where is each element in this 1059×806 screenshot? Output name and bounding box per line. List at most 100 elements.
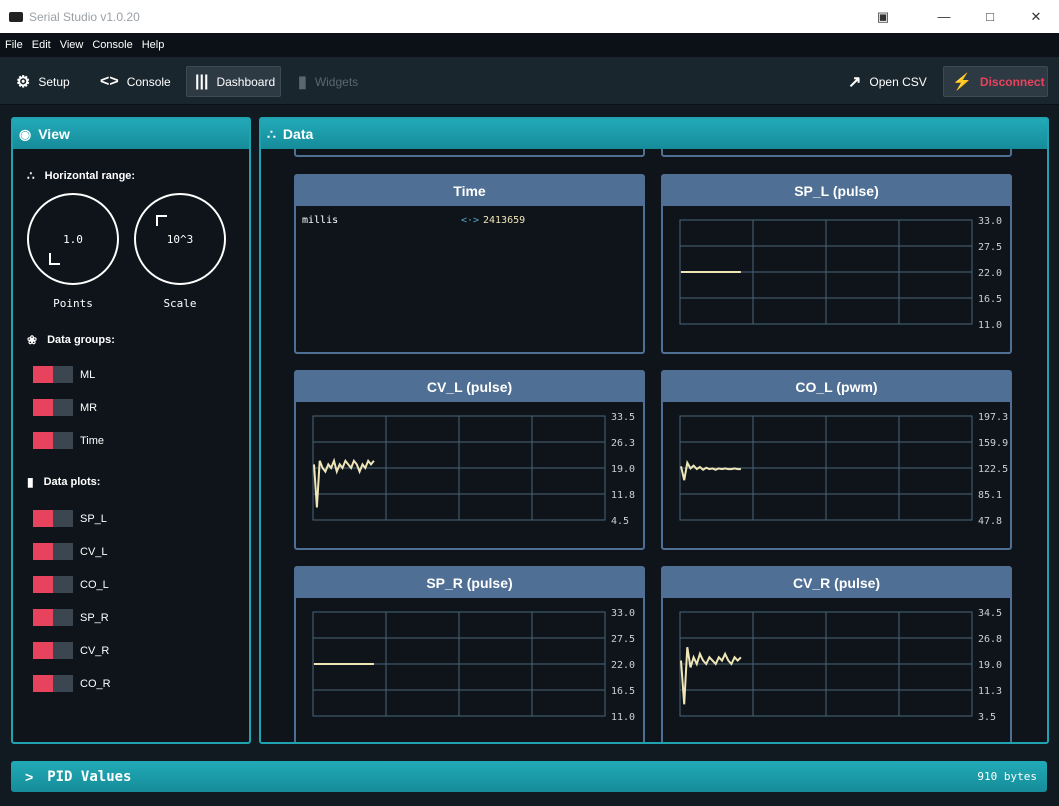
console-label: Console	[126, 74, 171, 89]
menu-help[interactable]: Help	[142, 39, 165, 51]
plot-widget-cv-l: CV_L (pulse) 33.5 26.3 19.0 11.8 4.5	[294, 370, 645, 550]
toggle-switch[interactable]	[33, 510, 73, 527]
plot-label: CO_R	[80, 677, 111, 690]
group-toggle-mr[interactable]: MR	[33, 399, 97, 416]
y-tick-label: 11.8	[611, 490, 635, 501]
y-tick-label: 27.5	[611, 634, 635, 645]
data-title: Data	[282, 126, 314, 142]
plot-label: CO_L	[80, 578, 109, 591]
disconnect-button[interactable]: ⚡ Disconnect	[943, 66, 1048, 97]
plot-label: SP_L	[80, 512, 107, 525]
y-tick-label: 33.0	[978, 216, 1002, 227]
plot-toggle-cv-r[interactable]: CV_R	[33, 642, 109, 659]
gear-icon: ⚙	[16, 73, 31, 91]
dashboard-button[interactable]: ||| Dashboard	[186, 66, 281, 97]
points-label: Points	[53, 297, 93, 310]
menu-edit[interactable]: Edit	[32, 39, 51, 51]
y-tick-label: 47.8	[978, 516, 1002, 527]
horizontal-range-title: ∴ Horizontal range:	[27, 169, 135, 183]
y-tick-label: 197.3	[978, 412, 1008, 423]
y-tick-label: 159.9	[978, 438, 1008, 449]
plot-widget-co-l: CO_L (pwm) 197.3 159.9 122.5 85.1 47.8	[661, 370, 1012, 550]
menu-view[interactable]: View	[60, 39, 84, 51]
bar-chart-icon: ▮	[27, 475, 34, 489]
toggle-switch[interactable]	[33, 366, 73, 383]
toggle-switch[interactable]	[33, 642, 73, 659]
group-toggle-ml[interactable]: ML	[33, 366, 95, 383]
series-line	[680, 647, 742, 705]
plot-widget-cv-r: CV_R (pulse) 34.5 26.8 19.0 11.3 3.5	[661, 566, 1012, 742]
dial-marker-icon	[49, 253, 60, 265]
y-tick-label: 85.1	[978, 490, 1002, 501]
y-tick-label: 4.5	[611, 516, 629, 527]
plot-toggle-sp-l[interactable]: SP_L	[33, 510, 107, 527]
groups-icon: ❀	[27, 333, 38, 347]
bytes-count: 910 bytes	[977, 770, 1037, 783]
y-tick-label: 3.5	[978, 712, 996, 723]
plot-label: SP_R	[80, 611, 109, 624]
y-tick-label: 33.5	[611, 412, 635, 423]
y-tick-label: 22.0	[978, 268, 1002, 279]
toggle-switch[interactable]	[33, 576, 73, 593]
app-icon	[9, 11, 23, 22]
y-tick-label: 19.0	[978, 660, 1002, 671]
group-label: Time	[80, 434, 105, 447]
console-button[interactable]: <> Console	[92, 66, 179, 97]
y-tick-label: 16.5	[611, 686, 635, 697]
dial-marker-icon	[156, 215, 167, 226]
widget-title: CV_L (pulse)	[296, 372, 643, 402]
toggle-switch[interactable]	[33, 399, 73, 416]
y-tick-label: 33.0	[611, 608, 635, 619]
menu-file[interactable]: File	[5, 39, 23, 51]
group-label: MR	[80, 401, 98, 414]
data-plots-title: ▮ Data plots:	[27, 475, 100, 489]
toggle-switch[interactable]	[33, 432, 73, 449]
y-tick-label: 11.0	[978, 320, 1002, 331]
close-button[interactable]: ✕	[1013, 0, 1059, 33]
plot-chart: 33.0 27.5 22.0 16.5 11.0	[312, 608, 635, 723]
plot-label: CV_R	[80, 644, 110, 657]
setup-button[interactable]: ⚙ Setup	[8, 66, 78, 97]
minimize-button[interactable]: —	[921, 0, 967, 33]
toggle-switch[interactable]	[33, 675, 73, 692]
disconnect-label: Disconnect	[979, 74, 1045, 89]
horizontal-range-label: Horizontal range:	[44, 170, 136, 182]
group-label: ML	[80, 368, 96, 381]
code-icon: <>	[100, 72, 119, 90]
plot-chart: 33.0 27.5 22.0 16.5 11.0	[679, 216, 1002, 331]
plot-toggle-sp-r[interactable]: SP_R	[33, 609, 109, 626]
y-tick-label: 26.8	[978, 634, 1002, 645]
plot-toggle-co-r[interactable]: CO_R	[33, 675, 111, 692]
y-tick-label: 19.0	[611, 464, 635, 475]
open-csv-button[interactable]: ↗ Open CSV	[840, 66, 935, 97]
y-tick-label: 27.5	[978, 242, 1002, 253]
data-scroll-area[interactable]: Time millis <·> 2413659 SP_L (pulse) 33.…	[261, 149, 1047, 742]
time-widget: Time millis <·> 2413659	[294, 174, 645, 354]
widget-title: SP_L (pulse)	[663, 176, 1010, 206]
y-tick-label: 22.0	[611, 660, 635, 671]
widget-title: CV_R (pulse)	[663, 568, 1010, 598]
chevron-right-icon[interactable]: >	[25, 769, 33, 785]
open-csv-label: Open CSV	[869, 74, 927, 89]
pid-values-bar[interactable]: > PID Values 910 bytes	[11, 761, 1047, 792]
group-toggle-time[interactable]: Time	[33, 432, 104, 449]
toggle-switch[interactable]	[33, 543, 73, 560]
maximize-button[interactable]: □	[967, 0, 1013, 33]
widgets-button[interactable]: ▮ Widgets	[290, 66, 366, 97]
points-dial[interactable]: 1.0	[27, 193, 119, 285]
scale-dial[interactable]: 10^3	[134, 193, 226, 285]
y-tick-label: 16.5	[978, 294, 1002, 305]
widgets-label: Widgets	[314, 74, 359, 89]
menu-console[interactable]: Console	[92, 39, 132, 51]
dots-icon: ∴	[27, 169, 35, 183]
series-line	[680, 459, 741, 481]
points-value: 1.0	[63, 233, 83, 246]
toggle-switch[interactable]	[33, 609, 73, 626]
plot-toggle-co-l[interactable]: CO_L	[33, 576, 109, 593]
plot-toggle-cv-l[interactable]: CV_L	[33, 543, 108, 560]
toolbar: ⚙ Setup <> Console ||| Dashboard ▮ Widge…	[0, 57, 1059, 105]
data-panel-header: ∴ Data	[261, 119, 1047, 149]
pin-icon[interactable]: ▣	[863, 0, 903, 33]
bar-chart-icon: ▮	[298, 73, 307, 91]
plot-widget-sp-r: SP_R (pulse) 33.0 27.5 22.0 16.5 11.0	[294, 566, 645, 742]
